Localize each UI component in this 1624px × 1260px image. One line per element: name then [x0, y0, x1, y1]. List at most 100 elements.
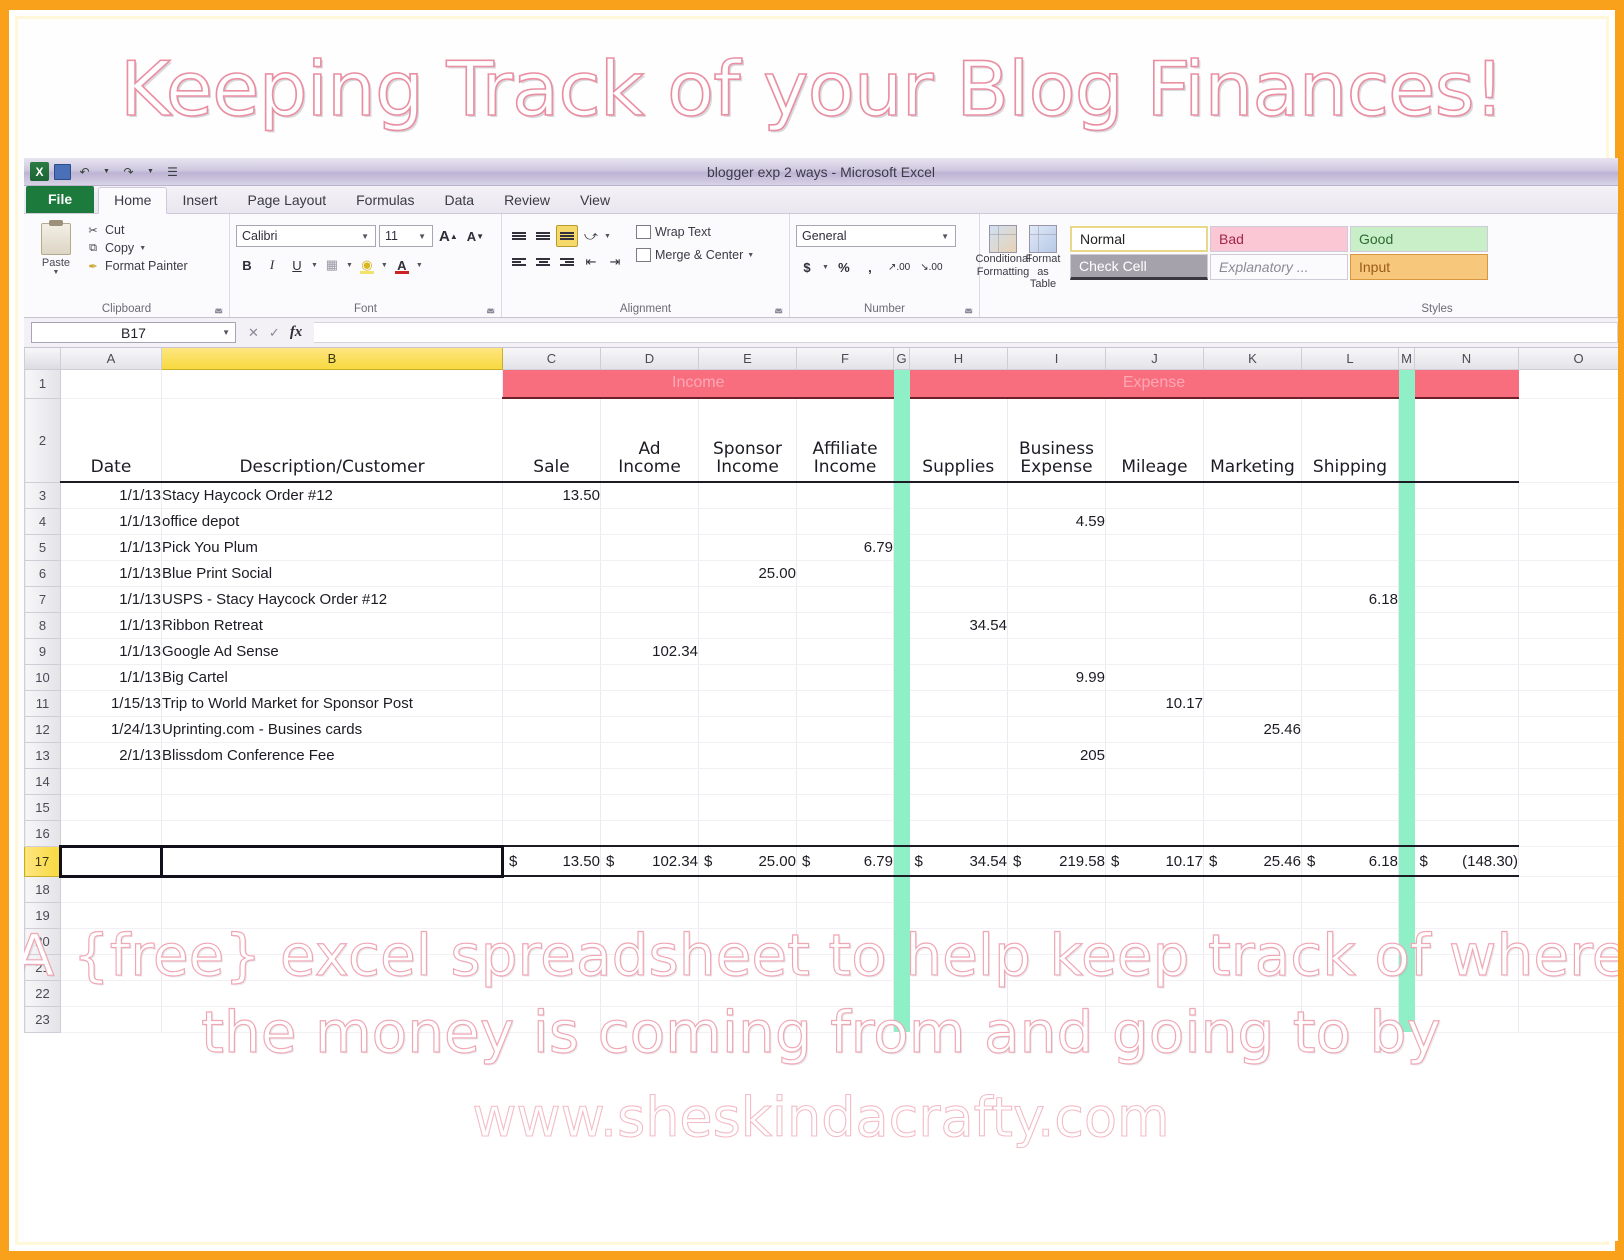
- cell-r20-c5[interactable]: [796, 928, 894, 955]
- table-header-row[interactable]: 2 Date Description/Customer Sale Ad Inco…: [24, 397, 1618, 483]
- cell-date-8[interactable]: 1/1/13: [60, 612, 162, 639]
- cell-business-expense-11[interactable]: [1007, 690, 1106, 717]
- cell-marketing-7[interactable]: [1203, 586, 1302, 613]
- cell-r23-c4[interactable]: [698, 1006, 797, 1033]
- customize-qat-icon[interactable]: ☰: [164, 163, 181, 180]
- cell-r20-c7[interactable]: [909, 928, 1008, 955]
- column-header-k[interactable]: K: [1203, 348, 1302, 370]
- chevron-down-icon[interactable]: ▼: [357, 232, 373, 241]
- borders-dropdown-icon[interactable]: ▼: [346, 262, 353, 269]
- cell-o-4[interactable]: [1518, 508, 1618, 535]
- style-bad[interactable]: Bad: [1210, 226, 1348, 252]
- row-header-15[interactable]: 15: [24, 793, 61, 821]
- cell-marketing-8[interactable]: [1203, 612, 1302, 639]
- table-row[interactable]: 6 1/1/13 Blue Print Social 25.00: [24, 559, 1618, 587]
- align-bottom-icon[interactable]: [556, 225, 578, 247]
- cell-sale-11[interactable]: [502, 690, 601, 717]
- cell-description-15[interactable]: [161, 794, 503, 821]
- cell-sponsor-income-12[interactable]: [698, 716, 797, 743]
- cell-r21-c1[interactable]: [161, 954, 503, 981]
- cell-date-10[interactable]: 1/1/13: [60, 664, 162, 691]
- cell-sponsor-income-5[interactable]: [698, 534, 797, 561]
- cell-date-3[interactable]: 1/1/13: [60, 482, 162, 509]
- italic-button[interactable]: I: [261, 254, 283, 276]
- cell-mileage-9[interactable]: [1105, 638, 1204, 665]
- cell-r22-c13[interactable]: [1414, 980, 1519, 1007]
- cell-r19-c2[interactable]: [502, 902, 601, 929]
- ribbon-tabs[interactable]: File Home Insert Page Layout Formulas Da…: [24, 186, 1618, 214]
- cell-r18-c13[interactable]: [1414, 876, 1519, 903]
- cell-business-expense-7[interactable]: [1007, 586, 1106, 613]
- cell-shipping-15[interactable]: [1301, 794, 1399, 821]
- net-5[interactable]: [1414, 534, 1519, 561]
- cell-affiliate-income-6[interactable]: [796, 560, 894, 587]
- row-header-8[interactable]: 8: [24, 611, 61, 639]
- cell-date-12[interactable]: 1/24/13: [60, 716, 162, 743]
- cell-r18-c8[interactable]: [1007, 876, 1106, 903]
- cell-mileage-7[interactable]: [1105, 586, 1204, 613]
- cell-business-expense-9[interactable]: [1007, 638, 1106, 665]
- cell-r19-c4[interactable]: [698, 902, 797, 929]
- cell-r22-c0[interactable]: [60, 980, 162, 1007]
- cell-r21-c10[interactable]: [1203, 954, 1302, 981]
- cell-shipping-10[interactable]: [1301, 664, 1399, 691]
- total-supplies[interactable]: $ 34.54: [909, 845, 1008, 877]
- fill-color-dropdown-icon[interactable]: ▼: [381, 262, 388, 269]
- number-dialog-launcher-icon[interactable]: ◛: [964, 303, 973, 314]
- cell-supplies-15[interactable]: [909, 794, 1008, 821]
- font-dialog-launcher-icon[interactable]: ◛: [486, 303, 495, 314]
- cell-r18-c9[interactable]: [1105, 876, 1204, 903]
- total-business-expense[interactable]: $ 219.58: [1007, 845, 1106, 877]
- cell-business-expense-10[interactable]: 9.99: [1007, 664, 1106, 691]
- cell-business-expense-16[interactable]: [1007, 820, 1106, 847]
- cell-mileage-3[interactable]: [1105, 482, 1204, 509]
- cell-ad-income-11[interactable]: [600, 690, 699, 717]
- cell-r22-c4[interactable]: [698, 980, 797, 1007]
- row-header-1[interactable]: 1: [24, 368, 61, 399]
- cell-description-6[interactable]: Blue Print Social: [161, 560, 503, 587]
- cell-r19-c8[interactable]: [1007, 902, 1106, 929]
- increase-decimal-icon[interactable]: ↗.00: [885, 256, 913, 278]
- cell-styles-gallery[interactable]: Normal Bad Good Check Cell Explanatory .…: [1070, 223, 1488, 280]
- table-row[interactable]: 14: [24, 767, 1618, 795]
- cell-supplies-13[interactable]: [909, 742, 1008, 769]
- font-color-dropdown-icon[interactable]: ▼: [416, 262, 423, 269]
- cell-sale-4[interactable]: [502, 508, 601, 535]
- cell-affiliate-income-8[interactable]: [796, 612, 894, 639]
- cell-sponsor-income-10[interactable]: [698, 664, 797, 691]
- cell-supplies-16[interactable]: [909, 820, 1008, 847]
- column-header-row[interactable]: A B C D E F G H I J K L M N O: [24, 348, 1618, 370]
- cell-r21-c3[interactable]: [600, 954, 699, 981]
- cell-description-16[interactable]: [161, 820, 503, 847]
- cell-r23-c0[interactable]: [60, 1006, 162, 1033]
- row-header-20[interactable]: 20: [24, 927, 61, 955]
- cell-r18-c1[interactable]: [161, 876, 503, 903]
- spreadsheet-grid[interactable]: A B C D E F G H I J K L M N O 1 Income E…: [24, 348, 1618, 1241]
- cell-sale-13[interactable]: [502, 742, 601, 769]
- cell-r19-c11[interactable]: [1301, 902, 1399, 929]
- table-row[interactable]: 18: [24, 875, 1618, 903]
- cell-r19-c10[interactable]: [1203, 902, 1302, 929]
- cell-r20-c1[interactable]: [161, 928, 503, 955]
- cell-business-expense-6[interactable]: [1007, 560, 1106, 587]
- table-row[interactable]: 3 1/1/13 Stacy Haycock Order #12 13.50: [24, 481, 1618, 509]
- cell-o-8[interactable]: [1518, 612, 1618, 639]
- cell-ad-income-16[interactable]: [600, 820, 699, 847]
- font-color-button[interactable]: A: [391, 254, 413, 276]
- cell-o-3[interactable]: [1518, 482, 1618, 509]
- table-row[interactable]: 4 1/1/13 office depot 4.59: [24, 507, 1618, 535]
- cell-r19-c7[interactable]: [909, 902, 1008, 929]
- table-row[interactable]: 9 1/1/13 Google Ad Sense 102.34: [24, 637, 1618, 665]
- net-6[interactable]: [1414, 560, 1519, 587]
- cell-shipping-3[interactable]: [1301, 482, 1399, 509]
- cell-r21-c2[interactable]: [502, 954, 601, 981]
- column-header-n[interactable]: N: [1414, 348, 1519, 370]
- net-4[interactable]: [1414, 508, 1519, 535]
- cell-r23-c5[interactable]: [796, 1006, 894, 1033]
- cell-affiliate-income-12[interactable]: [796, 716, 894, 743]
- tab-view[interactable]: View: [565, 188, 625, 213]
- shrink-font-icon[interactable]: A ▼: [464, 225, 487, 247]
- tab-page-layout[interactable]: Page Layout: [233, 188, 342, 213]
- cell-o-5[interactable]: [1518, 534, 1618, 561]
- column-header-l[interactable]: L: [1301, 348, 1399, 370]
